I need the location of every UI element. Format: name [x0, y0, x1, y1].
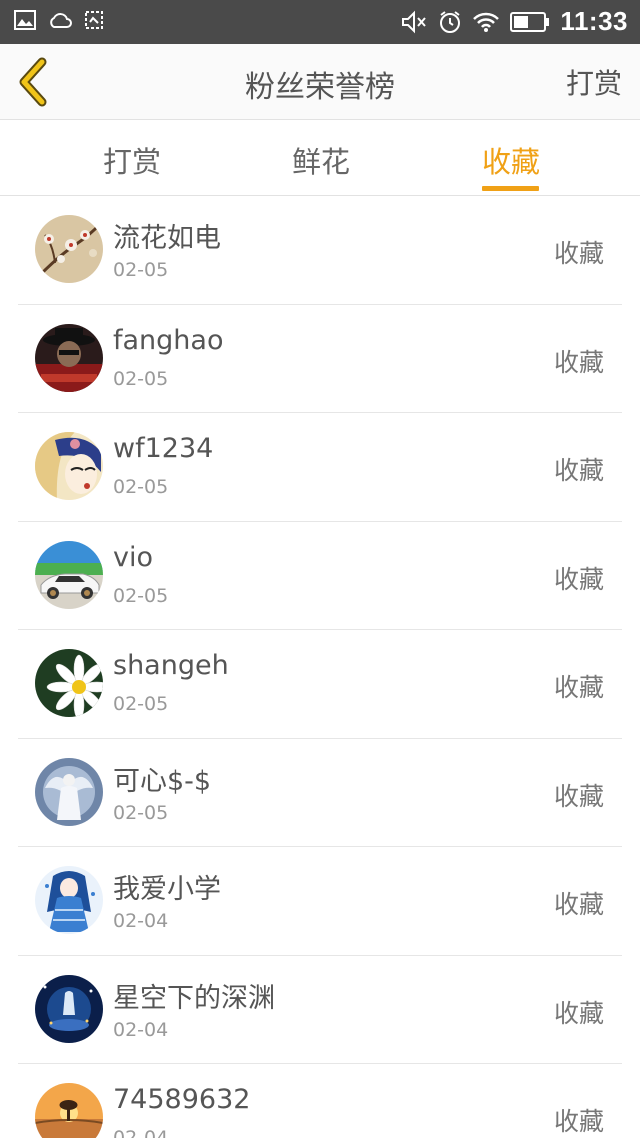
fan-action: 收藏 — [553, 781, 604, 811]
fan-action: 收藏 — [553, 890, 604, 919]
status-time: 11:33 — [560, 6, 628, 36]
fan-date: 02-04 — [113, 1127, 169, 1138]
white-car-avatar — [35, 540, 103, 609]
list-item[interactable]: 流花如电 02-05 收藏 — [18, 196, 622, 305]
alarm-icon — [438, 10, 462, 34]
battery-icon — [510, 11, 550, 33]
fan-date: 02-05 — [113, 693, 169, 715]
fan-name: vio — [113, 541, 153, 573]
status-left-icons — [14, 10, 104, 30]
fan-date: 02-05 — [113, 584, 169, 607]
list-item[interactable]: wf1234 02-05 收藏 — [18, 413, 622, 522]
status-right-icons: 11:33 — [400, 6, 628, 37]
desert-tree-avatar — [35, 1083, 103, 1138]
angel-figure-avatar — [35, 757, 103, 826]
screenshot-icon — [84, 10, 104, 30]
list-item[interactable]: 星空下的深渊 02-04 收藏 — [18, 956, 622, 1064]
fan-name: 流花如电 — [113, 223, 221, 254]
tab-favorites[interactable]: 收藏 — [482, 139, 540, 181]
fan-name: shangeh — [113, 650, 229, 681]
fan-date: 02-04 — [113, 910, 169, 932]
list-item[interactable]: fanghao 02-05 收藏 — [18, 305, 622, 413]
app-header: 粉丝荣誉榜 打赏 — [0, 44, 640, 120]
fan-action: 收藏 — [553, 347, 604, 377]
list-item[interactable]: 我爱小学 02-04 收藏 — [18, 847, 622, 956]
fan-action: 收藏 — [553, 673, 604, 702]
reward-button[interactable]: 打赏 — [566, 62, 622, 102]
tab-bar: 打赏 鲜花 收藏 — [0, 121, 640, 196]
fan-name: 星空下的深渊 — [113, 982, 275, 1014]
opera-mask-avatar — [35, 432, 103, 500]
fan-date: 02-05 — [113, 801, 169, 824]
fan-action: 收藏 — [553, 239, 604, 268]
list-item[interactable]: shangeh 02-05 收藏 — [18, 630, 622, 739]
fan-list: 流花如电 02-05 收藏 fanghao 02-05 收藏 wf1234 02… — [18, 196, 622, 1138]
fan-name: 我爱小学 — [113, 874, 221, 905]
fan-name: wf1234 — [113, 433, 214, 464]
status-bar: 11:33 — [0, 0, 640, 44]
wifi-icon — [472, 11, 500, 33]
night-sky-avatar — [35, 974, 103, 1043]
list-item[interactable]: 可心$-$ 02-05 收藏 — [18, 739, 622, 847]
active-tab-indicator — [482, 186, 539, 191]
fan-name: fanghao — [113, 324, 224, 356]
page-title: 粉丝荣誉榜 — [245, 70, 395, 105]
tab-flowers[interactable]: 鲜花 — [292, 139, 350, 181]
fan-name: 可心$-$ — [113, 765, 212, 797]
fan-action: 收藏 — [553, 1107, 604, 1136]
fan-date: 02-05 — [113, 367, 169, 390]
list-item[interactable]: vio 02-05 收藏 — [18, 522, 622, 630]
fan-name: 74589632 — [113, 1084, 251, 1115]
cloud-icon — [48, 11, 72, 29]
mute-icon — [400, 10, 428, 34]
tab-reward[interactable]: 打赏 — [103, 139, 161, 181]
fan-action: 收藏 — [553, 998, 604, 1028]
fan-date: 02-04 — [113, 1018, 169, 1041]
white-flower-avatar — [35, 649, 103, 717]
fan-date: 02-05 — [113, 259, 169, 281]
fan-date: 02-05 — [113, 476, 169, 498]
fan-action: 收藏 — [553, 456, 604, 485]
person-hat-avatar — [35, 323, 103, 392]
plum-blossom-avatar — [35, 215, 103, 283]
list-item[interactable]: 74589632 02-04 收藏 — [18, 1064, 622, 1138]
anime-girl-avatar — [35, 866, 103, 934]
image-icon — [14, 10, 36, 30]
fan-action: 收藏 — [553, 564, 604, 594]
